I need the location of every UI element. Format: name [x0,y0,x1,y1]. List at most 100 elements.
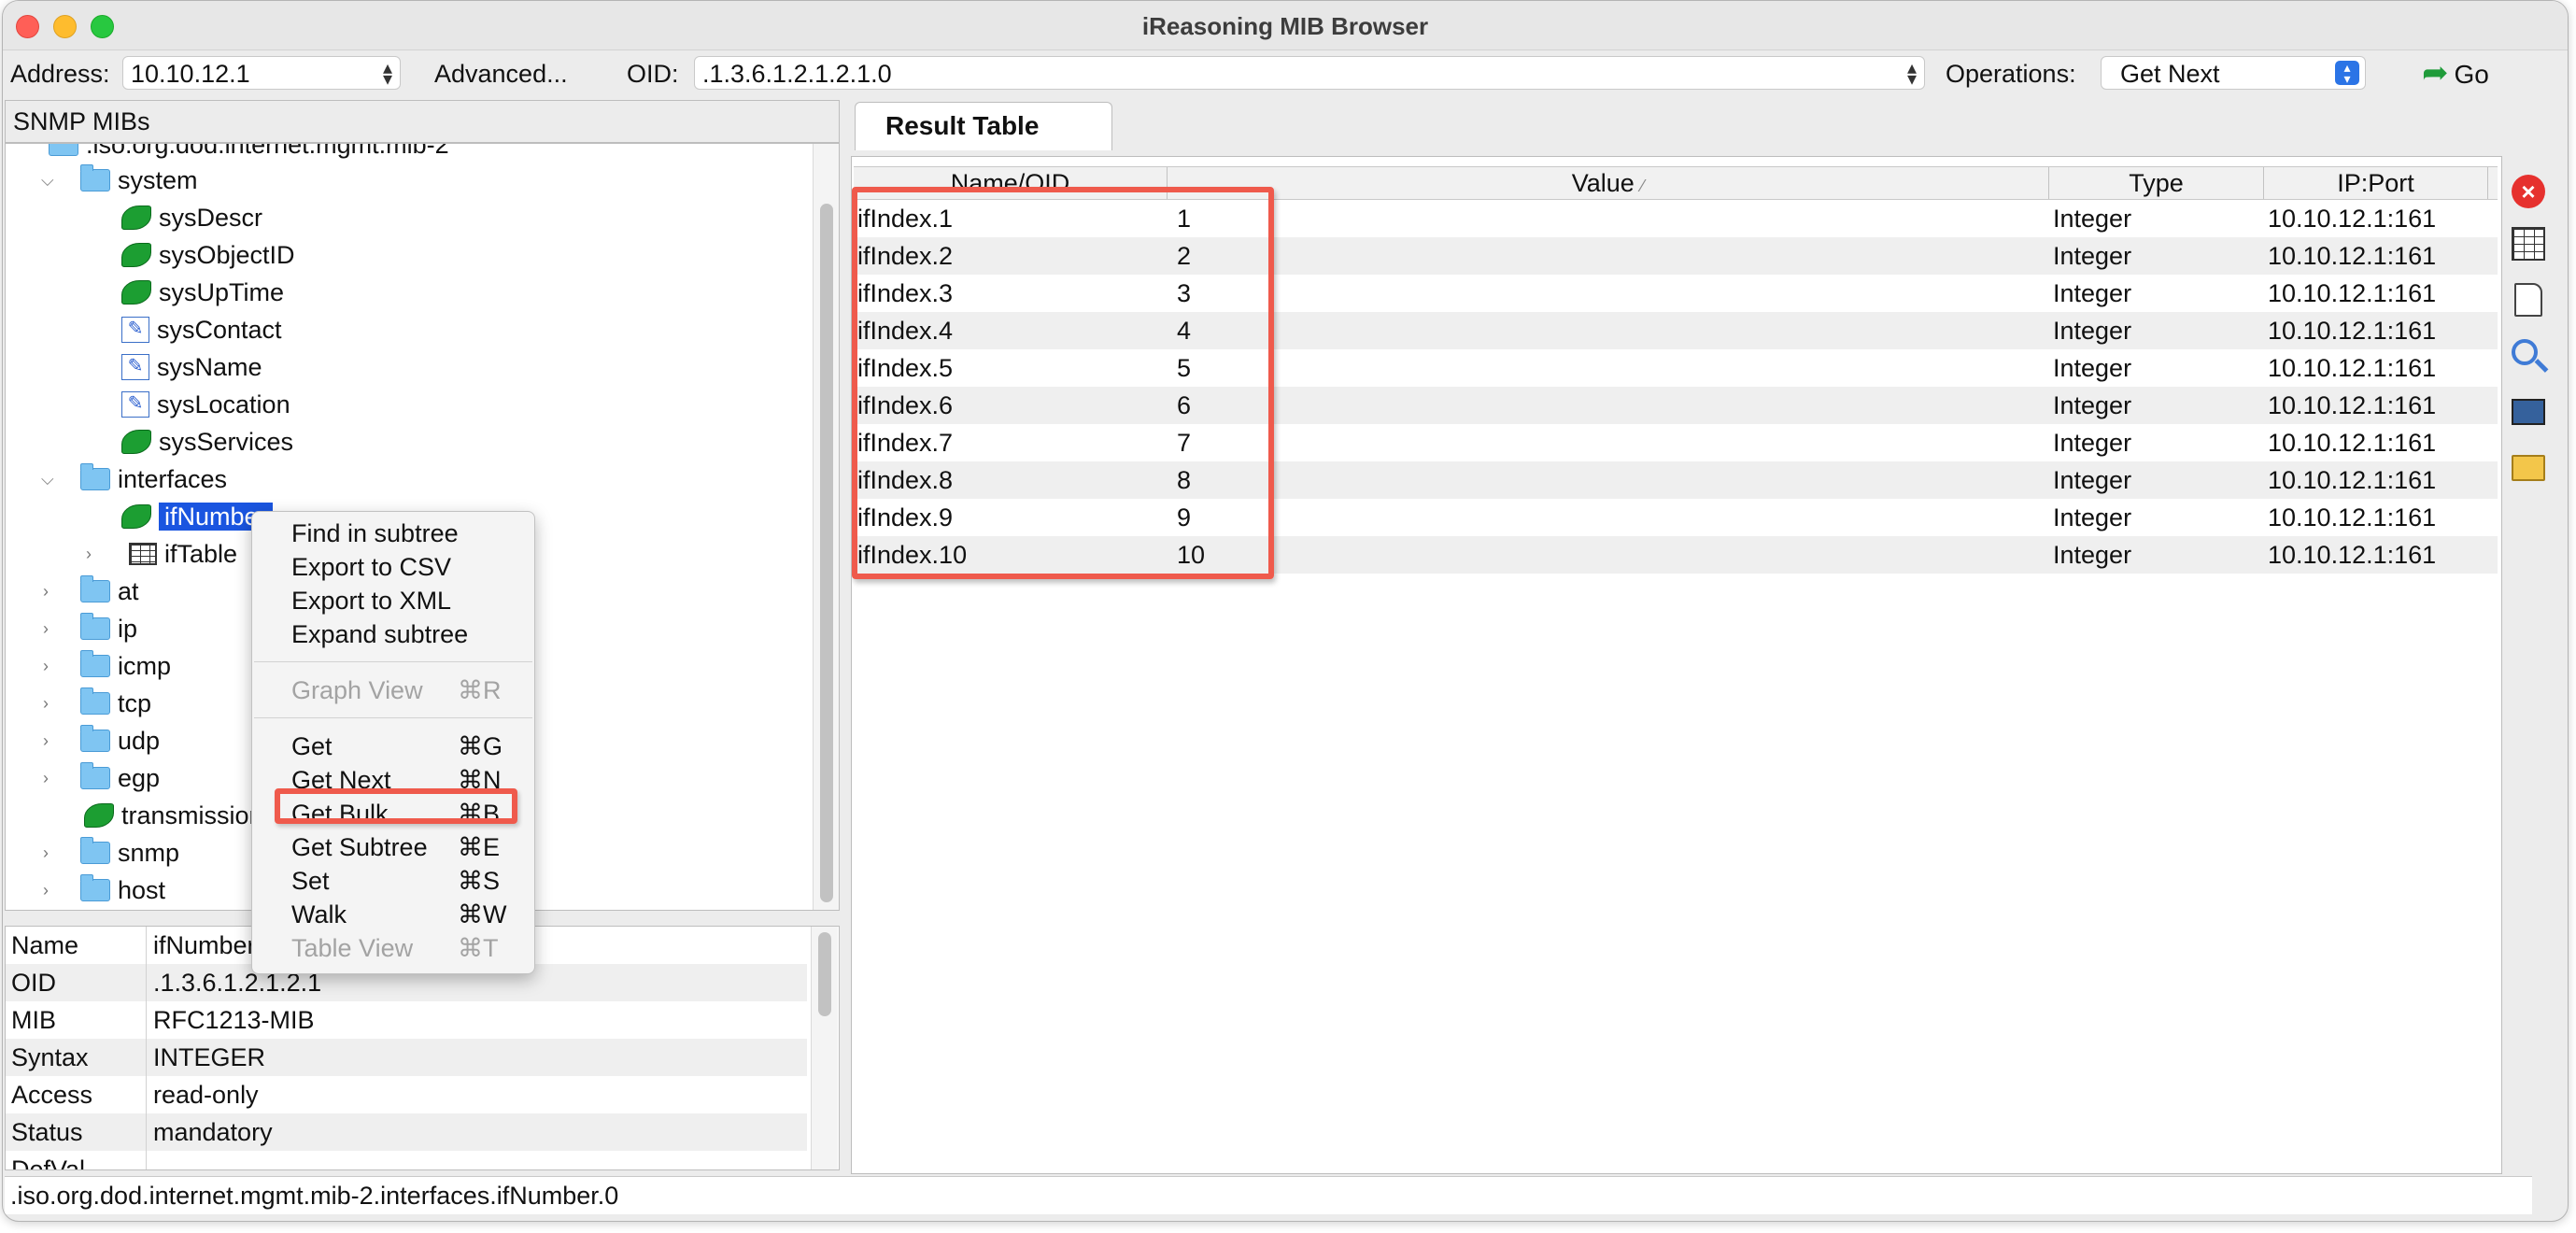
chevron-down-icon[interactable]: ⌵ [41,461,54,497]
chevron-right-icon[interactable]: › [86,536,92,572]
menu-item-get-bulk[interactable]: Get Bulk [291,798,389,829]
chevron-right-icon[interactable]: › [43,760,49,796]
tree-node-sysservices[interactable]: sysServices [121,424,293,460]
result-table[interactable]: Name/OID Value ⁄ Type IP:Port ifIndex.1 1… [851,156,2502,1174]
folder-icon [80,612,110,640]
folder-icon [80,873,110,901]
chevron-right-icon[interactable]: › [43,611,49,646]
tree-scrollbar[interactable] [813,144,839,910]
shortcut-table-view: ⌘T [458,934,499,962]
table-row[interactable]: ifIndex.7 7 Integer 10.10.12.1:161 [854,424,2498,461]
tree-node-sysuptime[interactable]: sysUpTime [121,275,284,310]
column-header-ip-port[interactable]: IP:Port [2264,167,2488,199]
chevron-right-icon[interactable]: › [43,648,49,684]
tab-result-table[interactable]: Result Table [855,102,1112,150]
chevron-right-icon[interactable]: › [43,723,49,758]
property-row: Status mandatory [6,1113,807,1151]
tree-node-interfaces[interactable]: ⌵ interfaces [41,461,227,497]
toolbar: Address: 10.10.12.1 ▴ ▾ Advanced... OID: … [3,50,2568,97]
table-row[interactable]: ifIndex.4 4 Integer 10.10.12.1:161 [854,312,2498,349]
menu-item-get-subtree[interactable]: Get Subtree [291,831,428,863]
tree-scrollbar-thumb[interactable] [820,204,833,902]
tree-node-sysdescr[interactable]: sysDescr [121,200,262,235]
menu-item-export-csv[interactable]: Export to CSV [291,551,451,583]
oid-label: OID: [627,60,679,88]
table-row[interactable]: ifIndex.1 1 Integer 10.10.12.1:161 [854,200,2498,237]
table-row[interactable]: ifIndex.5 5 Integer 10.10.12.1:161 [854,349,2498,387]
properties-scrollbar[interactable] [811,927,838,1169]
tree-node-at[interactable]: › at [43,574,139,609]
column-header-name-oid[interactable]: Name/OID [854,167,1168,199]
tree-node-system[interactable]: ⌵ system [41,163,198,198]
menu-item-set[interactable]: Set [291,865,330,897]
tree-node-ifnumber[interactable]: ifNumber [121,499,273,534]
menu-item-get[interactable]: Get [291,730,333,762]
chevron-right-icon[interactable]: › [43,686,49,721]
menu-item-table-view: Table View [291,934,414,962]
writable-pencil-icon: ✎ [121,353,149,380]
tree-node-sysname[interactable]: ✎ sysName [121,349,262,385]
oid-input[interactable]: .1.3.6.1.2.1.2.1.0 ▴ ▾ [694,56,1925,90]
shortcut-graph-view: ⌘R [458,676,502,704]
table-row[interactable]: ifIndex.9 9 Integer 10.10.12.1:161 [854,499,2498,536]
chevron-right-icon[interactable]: › [43,872,49,908]
tree-node-syscontact[interactable]: ✎ sysContact [121,312,282,347]
tree-node-syslocation[interactable]: ✎ sysLocation [121,387,290,422]
advanced-button[interactable]: Advanced... [434,60,568,89]
tree-node-host[interactable]: › host [43,872,165,908]
search-icon[interactable] [2512,339,2538,365]
table-row[interactable]: ifIndex.6 6 Integer 10.10.12.1:161 [854,387,2498,424]
tree-node-mib-2[interactable]: .iso.org.dod.internet.mgmt.mib-2 [49,144,449,163]
address-input[interactable]: 10.10.12.1 ▴ ▾ [122,56,401,90]
chevron-right-icon[interactable]: › [43,835,49,871]
menu-item-find-in-subtree[interactable]: Find in subtree [291,517,459,549]
open-folder-icon[interactable] [2512,455,2545,481]
leaf-icon [121,205,151,230]
status-bar: .iso.org.dod.internet.mgmt.mib-2.interfa… [5,1176,2532,1214]
table-row[interactable]: ifIndex.3 3 Integer 10.10.12.1:161 [854,275,2498,312]
table-row[interactable]: ifIndex.8 8 Integer 10.10.12.1:161 [854,461,2498,499]
tree-node-transmission[interactable]: transmission [84,798,263,833]
tree-node-udp[interactable]: › udp [43,723,160,758]
network-icon[interactable] [2512,399,2545,425]
chevron-right-icon[interactable]: › [43,574,49,609]
snmp-mibs-header: SNMP MIBs [5,100,840,143]
tree-node-icmp[interactable]: › icmp [43,648,171,684]
table-row[interactable]: ifIndex.2 2 Integer 10.10.12.1:161 [854,237,2498,275]
menu-item-expand-subtree[interactable]: Expand subtree [291,618,468,650]
tree-node-iftable[interactable]: › ifTable [86,536,237,572]
shortcut-get-subtree: ⌘E [458,833,501,861]
properties-scrollbar-thumb[interactable] [818,932,831,1016]
operations-selected-value: Get Next [2120,60,2220,88]
table-row[interactable]: ifIndex.10 10 Integer 10.10.12.1:161 [854,536,2498,574]
column-header-value[interactable]: Value ⁄ [1168,167,2049,199]
menu-item-walk[interactable]: Walk [291,899,347,930]
tree-node-egp[interactable]: › egp [43,760,160,796]
clear-table-icon[interactable] [2512,227,2545,261]
menu-separator [254,661,532,662]
operations-select[interactable]: Get Next ▴ ▾ [2101,56,2366,90]
menu-item-graph-view: Graph View [291,676,423,704]
document-icon[interactable] [2514,283,2542,317]
go-button[interactable]: ➦ Go [2422,56,2489,92]
address-dropdown-icon[interactable]: ▴ ▾ [383,59,392,89]
column-header-type[interactable]: Type [2049,167,2264,199]
property-row: Syntax INTEGER [6,1039,807,1076]
menu-item-get-next[interactable]: Get Next [291,764,391,796]
shortcut-get-bulk: ⌘B [458,800,501,828]
result-tabbar: Result Table [855,100,2568,150]
tree-node-snmp[interactable]: › snmp [43,835,179,871]
tree-node-tcp[interactable]: › tcp [43,686,151,721]
delete-icon[interactable]: × [2512,175,2545,208]
menu-item-export-xml[interactable]: Export to XML [291,585,451,616]
oid-dropdown-icon[interactable]: ▴ ▾ [1907,59,1917,89]
title-bar: iReasoning MIB Browser [3,1,2568,50]
tree-node-ip[interactable]: › ip [43,611,137,646]
go-arrow-icon: ➦ [2422,55,2449,91]
chevron-down-icon[interactable]: ⌵ [41,163,54,198]
tree-node-sysobjectid[interactable]: sysObjectID [121,237,295,273]
operations-label: Operations: [1946,60,2076,88]
folder-icon [80,649,110,677]
leaf-icon [121,242,151,267]
shortcut-walk: ⌘W [458,900,507,928]
